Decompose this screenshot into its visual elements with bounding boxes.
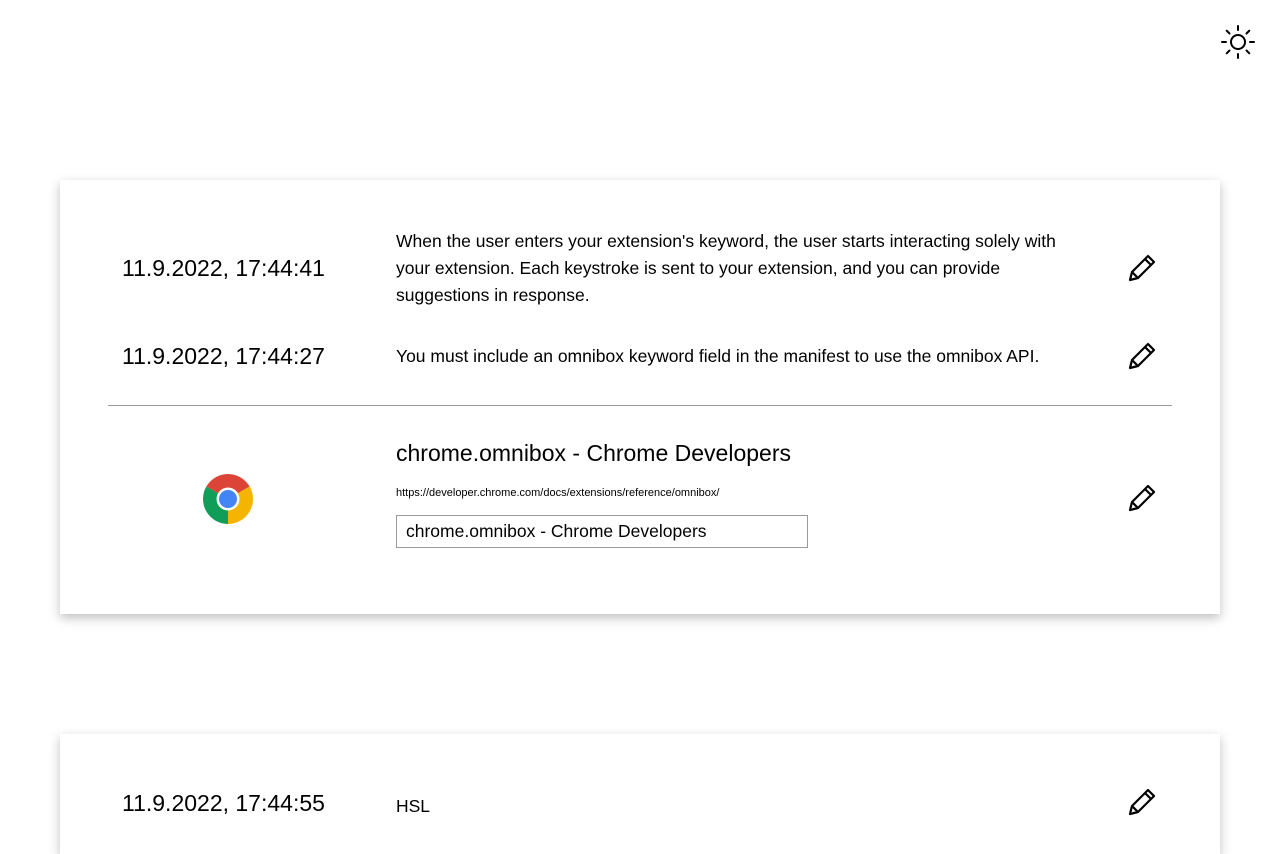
note-text: HSL: [396, 796, 431, 816]
sun-icon: [1221, 25, 1255, 59]
note-item: 11.9.2022, 17:44:41 When the user enters…: [108, 228, 1172, 312]
page-url: https://developer.chrome.com/docs/extens…: [396, 487, 720, 499]
pencil-icon: [1128, 342, 1156, 370]
pencil-icon: [1128, 484, 1156, 512]
pencil-icon: [1128, 254, 1156, 282]
edit-page-button[interactable]: [1124, 480, 1160, 516]
page-title: chrome.omnibox - Chrome Developers: [396, 440, 791, 466]
note-text: You must include an omnibox keyword fiel…: [396, 346, 1040, 366]
note-item: 11.9.2022, 17:44:55 HSL: [108, 788, 1172, 826]
edit-note-button[interactable]: [1124, 784, 1160, 820]
note-timestamp: 11.9.2022, 17:44:55: [122, 790, 325, 816]
note-item: 11.9.2022, 17:44:27 You must include an …: [108, 340, 1172, 376]
edit-note-button[interactable]: [1124, 338, 1160, 374]
divider: [108, 405, 1172, 406]
note-timestamp: 11.9.2022, 17:44:41: [122, 255, 325, 281]
edit-note-button[interactable]: [1124, 250, 1160, 286]
pencil-icon: [1128, 788, 1156, 816]
page-title-input[interactable]: [396, 515, 808, 548]
page-notes-card: 11.9.2022, 17:44:55 HSL: [60, 734, 1220, 854]
page-notes-card: 11.9.2022, 17:44:41 When the user enters…: [60, 180, 1220, 614]
theme-toggle-button[interactable]: [1220, 24, 1256, 60]
note-timestamp: 11.9.2022, 17:44:27: [122, 343, 325, 369]
note-text: When the user enters your extension's ke…: [396, 231, 1056, 305]
chrome-logo-icon: [203, 474, 253, 524]
